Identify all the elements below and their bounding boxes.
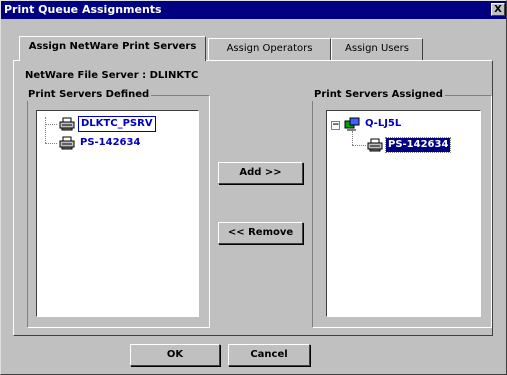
tree-item-ps-142634-assigned[interactable]: PS-142634: [367, 137, 452, 153]
remove-button[interactable]: << Remove: [218, 222, 303, 244]
collapse-toggle[interactable]: −: [331, 121, 340, 130]
file-server-label: NetWare File Server : DLINKTC: [25, 70, 199, 81]
tree-item-dlktc-psrv[interactable]: DLKTC_PSRV: [59, 116, 156, 132]
tab-assign-netware-print-servers[interactable]: Assign NetWare Print Servers: [19, 36, 206, 61]
add-button[interactable]: Add >>: [218, 162, 303, 184]
ok-button[interactable]: OK: [130, 344, 220, 366]
tree-item-q-lj5l[interactable]: Q-LJ5L: [344, 116, 403, 132]
tree-connector: [45, 143, 57, 144]
title-bar: Print Queue Assignments X: [1, 1, 506, 19]
tree-item-label: PS-142634: [384, 137, 452, 153]
tree-item-ps-142634[interactable]: PS-142634: [59, 135, 142, 151]
printer-icon: [59, 117, 75, 131]
print-servers-defined-list[interactable]: DLKTC_PSRV PS-142634: [36, 110, 199, 317]
tree-item-label: Q-LJ5L: [365, 118, 402, 129]
print-queue-icon: [344, 117, 360, 131]
tree-connector: [352, 131, 353, 145]
tab-assign-users[interactable]: Assign Users: [331, 38, 423, 60]
tree-connector: [352, 145, 366, 146]
tree-item-label: PS-142634: [80, 137, 141, 148]
print-servers-defined-title: Print Servers Defined: [26, 89, 152, 101]
tree-connector: [45, 124, 57, 125]
tree-item-label: DLKTC_PSRV: [78, 116, 156, 132]
print-servers-assigned-list[interactable]: − Q-LJ5L PS-142634: [326, 110, 481, 317]
close-button[interactable]: X: [491, 3, 505, 16]
tab-assign-operators[interactable]: Assign Operators: [208, 38, 331, 60]
tree-connector: [45, 117, 46, 143]
printer-icon: [59, 136, 75, 150]
cancel-button[interactable]: Cancel: [228, 344, 310, 366]
printer-icon: [367, 138, 383, 152]
window-title: Print Queue Assignments: [4, 3, 162, 16]
print-servers-assigned-title: Print Servers Assigned: [312, 89, 445, 101]
